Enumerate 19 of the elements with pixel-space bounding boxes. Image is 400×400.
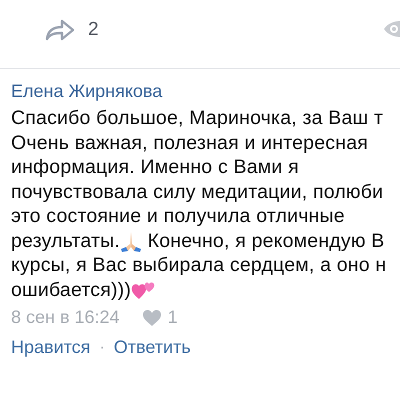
eye-icon: [384, 19, 400, 39]
share-icon[interactable]: [45, 18, 75, 42]
comment-text: Спасибо большое, Мариночка, за Ваш т: [11, 106, 384, 130]
action-link[interactable]: Нравится: [11, 337, 90, 358]
comment-text: почувствовала силу медитации, полюби: [11, 180, 384, 204]
comment-text: результаты.: [11, 228, 120, 253]
heart-icon[interactable]: [142, 308, 162, 326]
comment-date: 8 сен в 16:24: [11, 307, 120, 328]
action-link[interactable]: Ответить: [114, 337, 191, 358]
comment-text: Конечно, я рекомендую В: [146, 228, 384, 253]
comment-text: Очень важная, полезная и интересная: [11, 130, 368, 155]
comment-text: информация. Именно с Вами я: [11, 155, 299, 180]
comment-text: это состояние и получила отличные: [11, 204, 345, 228]
author-name[interactable]: Елена Жирнякова: [11, 79, 400, 103]
share-count: 2: [88, 19, 99, 41]
comment-text: курсы, я Вас выбирала сердцем, а оно н: [11, 253, 386, 278]
separator-dot: ·: [99, 338, 105, 356]
comment-text: ошибается))): [11, 278, 132, 302]
like-count: 1: [168, 307, 178, 328]
